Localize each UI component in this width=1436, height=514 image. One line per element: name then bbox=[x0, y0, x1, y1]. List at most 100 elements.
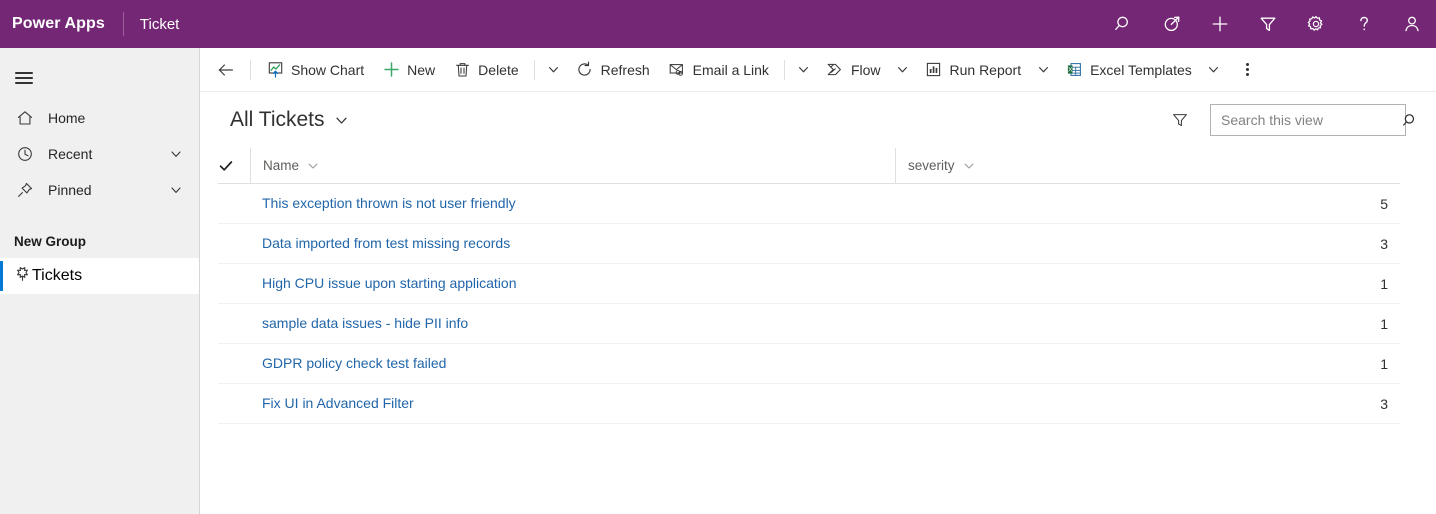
record-link[interactable]: High CPU issue upon starting application bbox=[262, 275, 516, 291]
refresh-button[interactable]: Refresh bbox=[567, 50, 659, 90]
email-a-link-caret-icon[interactable] bbox=[791, 50, 817, 90]
column-header-severity[interactable]: severity bbox=[895, 147, 1400, 184]
chevron-down-icon[interactable] bbox=[307, 160, 319, 172]
flow-button[interactable]: Flow bbox=[817, 50, 890, 90]
plus-icon bbox=[382, 61, 400, 79]
new-button[interactable]: New bbox=[373, 50, 444, 90]
delete-caret-icon[interactable] bbox=[541, 50, 567, 90]
record-link[interactable]: This exception thrown is not user friend… bbox=[262, 195, 516, 211]
clock-icon bbox=[14, 143, 36, 165]
run-report-caret-icon[interactable] bbox=[1030, 50, 1056, 90]
command-label: Excel Templates bbox=[1090, 61, 1192, 78]
delete-button[interactable]: Delete bbox=[444, 50, 527, 90]
pin-icon bbox=[14, 179, 36, 201]
table-row[interactable]: Data imported from test missing records … bbox=[218, 224, 1400, 264]
search-icon[interactable] bbox=[1402, 112, 1419, 129]
chevron-down-icon[interactable] bbox=[169, 147, 183, 161]
app-name: Ticket bbox=[139, 15, 180, 33]
cell-severity: 3 bbox=[1380, 395, 1388, 412]
report-icon bbox=[925, 61, 943, 79]
sidebar-group-header: New Group bbox=[14, 233, 87, 249]
command-label: New bbox=[407, 61, 436, 78]
sidebar-item-recent[interactable]: Recent bbox=[0, 136, 199, 172]
flow-caret-icon[interactable] bbox=[890, 50, 916, 90]
chevron-down-icon[interactable] bbox=[169, 183, 183, 197]
chevron-down-icon[interactable] bbox=[963, 160, 975, 172]
column-header-name[interactable]: Name bbox=[250, 147, 895, 184]
excel-templates-button[interactable]: X Excel Templates bbox=[1056, 50, 1201, 90]
view-selector[interactable]: All Tickets bbox=[230, 108, 349, 132]
excel-icon: X bbox=[1065, 61, 1083, 79]
show-chart-button[interactable]: Show Chart bbox=[257, 50, 373, 90]
cell-name: GDPR policy check test failed bbox=[250, 355, 895, 373]
command-label: Refresh bbox=[600, 61, 650, 78]
puzzle-icon bbox=[14, 265, 32, 288]
command-label: Show Chart bbox=[291, 61, 365, 78]
brand-divider bbox=[122, 12, 124, 36]
flow-icon bbox=[826, 61, 844, 79]
sidebar-item-label: Recent bbox=[48, 146, 93, 162]
filter-icon[interactable] bbox=[1164, 104, 1196, 136]
cell-name: Data imported from test missing records bbox=[250, 235, 895, 253]
grid-header-row: Name severity bbox=[218, 147, 1400, 184]
record-link[interactable]: GDPR policy check test failed bbox=[262, 355, 446, 371]
table-row[interactable]: GDPR policy check test failed 1 bbox=[218, 344, 1400, 384]
command-label: Delete bbox=[478, 61, 519, 78]
sidebar-item-pinned[interactable]: Pinned bbox=[0, 172, 199, 208]
overflow-menu-icon[interactable] bbox=[1233, 50, 1263, 90]
sidebar-item-home[interactable]: Home bbox=[0, 100, 199, 136]
email-a-link-button[interactable]: Email a Link bbox=[659, 50, 778, 90]
excel-templates-caret-icon[interactable] bbox=[1201, 50, 1227, 90]
sidebar-item-tickets[interactable]: Tickets bbox=[0, 258, 199, 294]
sidebar-item-label: Tickets bbox=[32, 267, 83, 284]
cell-severity: 1 bbox=[1380, 355, 1388, 372]
search-box[interactable] bbox=[1210, 104, 1415, 136]
table-row[interactable]: This exception thrown is not user friend… bbox=[218, 184, 1400, 224]
home-icon bbox=[14, 107, 36, 129]
search-input[interactable] bbox=[1221, 112, 1402, 128]
hamburger-menu-icon[interactable] bbox=[0, 56, 48, 100]
view-bar-actions bbox=[1164, 104, 1415, 136]
cell-severity: 1 bbox=[1380, 275, 1388, 292]
app-header: Power Apps Ticket bbox=[0, 0, 1436, 48]
sidebar-item-label: Pinned bbox=[48, 182, 92, 198]
command-divider bbox=[533, 59, 535, 80]
email-link-icon bbox=[668, 61, 686, 79]
table-row[interactable]: High CPU issue upon starting application… bbox=[218, 264, 1400, 304]
run-report-button[interactable]: Run Report bbox=[916, 50, 1031, 90]
search-icon[interactable] bbox=[1100, 0, 1148, 48]
filter-icon[interactable] bbox=[1244, 0, 1292, 48]
chevron-down-icon[interactable] bbox=[334, 113, 349, 128]
gear-icon[interactable] bbox=[1292, 0, 1340, 48]
help-icon[interactable] bbox=[1340, 0, 1388, 48]
command-divider bbox=[250, 59, 251, 80]
column-label: severity bbox=[908, 158, 955, 173]
plus-icon[interactable] bbox=[1196, 0, 1244, 48]
table-row[interactable]: sample data issues - hide PII info 1 bbox=[218, 304, 1400, 344]
cell-name: High CPU issue upon starting application bbox=[250, 275, 895, 293]
command-label: Email a Link bbox=[692, 61, 769, 78]
refresh-icon bbox=[576, 61, 594, 79]
cell-severity: 3 bbox=[1380, 235, 1388, 252]
record-link[interactable]: sample data issues - hide PII info bbox=[262, 315, 468, 331]
data-grid: Name severity This exception thrown is n… bbox=[218, 147, 1400, 424]
grid-body: This exception thrown is not user friend… bbox=[218, 184, 1400, 424]
diagnostics-icon[interactable] bbox=[1148, 0, 1196, 48]
sidebar-item-label: Home bbox=[48, 110, 86, 126]
table-row[interactable]: Fix UI in Advanced Filter 3 bbox=[218, 384, 1400, 424]
cell-name: This exception thrown is not user friend… bbox=[250, 195, 895, 213]
column-label: Name bbox=[263, 158, 300, 173]
command-label: Run Report bbox=[949, 61, 1022, 78]
header-actions bbox=[1100, 0, 1436, 48]
selected-indicator bbox=[0, 261, 3, 291]
back-arrow-icon[interactable] bbox=[208, 50, 244, 90]
cell-name: Fix UI in Advanced Filter bbox=[250, 395, 895, 413]
record-link[interactable]: Data imported from test missing records bbox=[262, 235, 510, 251]
page-title: All Tickets bbox=[230, 108, 325, 131]
user-avatar-icon[interactable] bbox=[1388, 0, 1436, 48]
select-all-checkbox[interactable] bbox=[218, 158, 250, 174]
record-link[interactable]: Fix UI in Advanced Filter bbox=[262, 395, 414, 411]
trash-icon bbox=[453, 61, 471, 79]
command-divider bbox=[783, 59, 785, 80]
cell-name: sample data issues - hide PII info bbox=[250, 315, 895, 333]
